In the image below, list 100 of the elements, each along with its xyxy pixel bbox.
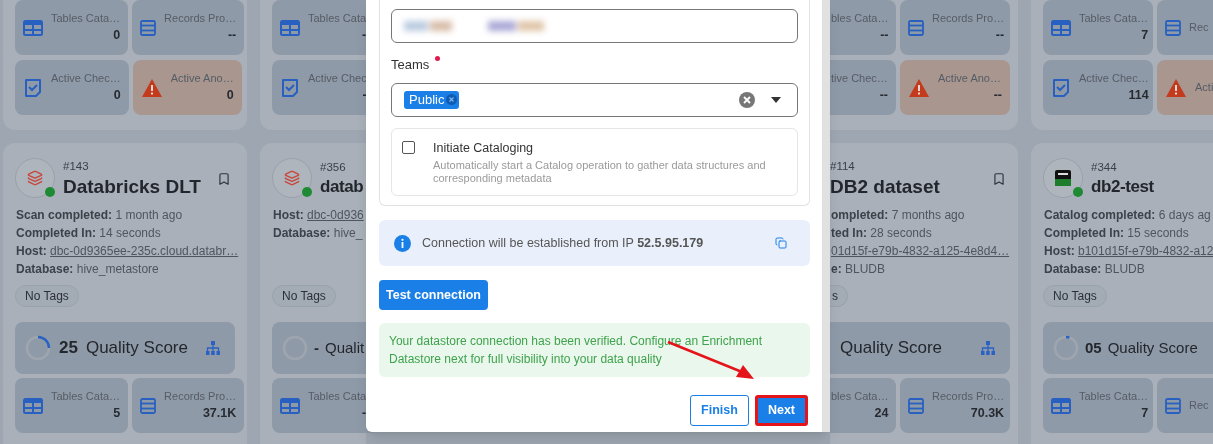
datastore-name: db2-test [1091,176,1154,198]
tag-pill: s [830,285,848,307]
tile-value: 0 [226,87,234,105]
option-title: Initiate Cataloging [433,139,535,157]
tile-value: 0 [113,87,121,105]
teams-label: Teams [391,56,430,74]
info-icon [394,234,411,252]
checklist-icon [280,77,300,98]
detail-line: 01d15f-e79b-4832-a125-4e8d4… [831,243,1010,260]
tile-label: Records Pro… [164,10,237,26]
quality-label: Quality Score [85,337,188,360]
datastore-name: datab [320,176,364,198]
records-icon [908,19,924,36]
tile-label: tive Chec… [831,70,888,86]
text-field[interactable] [391,9,798,43]
tile-label: Records Pro… [932,10,1005,26]
detail-line: Database: hive_metastore [16,261,160,278]
tile-label: bles Cata… [831,10,889,26]
table-icon [1051,19,1071,36]
detail-line: Catalog completed: 6 days ag [1044,207,1212,224]
tile-value: 70.3K [970,405,1005,423]
table-icon [23,397,43,414]
tile-label: Active Chec [308,70,367,86]
datastore-number: #143 [63,158,90,174]
next-button[interactable]: Next [754,395,808,427]
tag-pill: No Tags [15,285,79,307]
records-icon [1165,19,1181,36]
detail-line: Scan completed: 1 month ago [16,207,184,224]
finish-button[interactable]: Finish [690,395,749,427]
table-icon [280,397,300,414]
detail-line: Host: dbc-0d9365ee-235c.cloud.databr… [16,243,235,260]
layers-logo [284,170,300,186]
tile-label: Tables Cata [308,388,367,404]
table-icon [23,19,43,36]
datastore-number: #344 [1091,159,1118,175]
detail-line: Completed In: 15 seconds [1044,225,1190,242]
tile-value: 7 [1141,27,1149,45]
tile-value: 24 [874,405,889,423]
tile-value: 7 [1141,405,1149,423]
checklist-icon [1051,77,1071,98]
bookmark-icon[interactable] [217,172,231,186]
tile-label: Records Pro… [932,388,1005,404]
warning-icon [1165,77,1187,98]
tile-label: Acti [1195,80,1213,96]
tile-label: Records Pro… [164,388,237,404]
tile-value: -- [879,87,888,105]
remove-icon[interactable] [446,94,458,105]
tile-label: Rec [1189,398,1209,414]
tile-value: 114 [1128,87,1149,105]
db2-logo [1055,170,1071,186]
records-icon [140,397,157,414]
teams-select[interactable]: Public [391,82,798,117]
tile-label: Tables Cata… [51,10,121,26]
tag-pill: No Tags [1043,285,1107,307]
success-message: Your datastore connection has been verified. Configure an Enrichment Datastore next for full visibility into your data quality [379,323,810,378]
quality-score: 25 [59,337,78,360]
option-description: Automatically start a Catalog operation to gather data structures and corresponding metadata [433,159,767,186]
info-text: Connection will be established from IP 52.5.95.179 [422,234,704,252]
scrollbar[interactable] [822,0,830,432]
clear-icon[interactable] [739,91,755,108]
detail-line: Completed In: 14 seconds [16,225,162,242]
warning-icon [140,77,163,98]
layers-logo [27,170,43,186]
checkbox[interactable] [402,140,415,154]
detail-line: ted In: 28 seconds [831,225,933,242]
table-icon [280,19,300,36]
datastore-name: Databricks DLT [63,174,201,199]
warning-icon [908,77,930,98]
records-icon [1165,397,1181,414]
tile-label: Active Chec… [51,70,121,86]
bookmark-icon[interactable] [992,172,1006,186]
records-icon [140,19,157,36]
tile-value: - [361,27,367,45]
datastore-number: #356 [320,159,347,175]
team-chip[interactable]: Public [404,90,460,109]
tile-value: 5 [113,405,121,423]
tile-value: 37.1K [202,405,237,423]
quality-score: - [314,337,319,358]
tile-value: -- [880,27,889,45]
checklist-icon [23,77,43,98]
tile-label: Tables Cata… [51,388,121,404]
tile-value: -- [993,87,1002,105]
datastore-number: #114 [830,158,856,174]
table-icon [1051,397,1071,414]
tile-label: Tables Cata… [1079,10,1149,26]
tile-value: - [361,405,367,423]
detail-line: Database: BLUDB [1044,261,1146,278]
progress-ring [25,335,51,361]
datastore-name: DB2 dataset [830,174,940,199]
tile-label: bles Cata… [831,388,889,404]
detail-line: Host: b101d15f-e79b-4832-a12 [1044,243,1213,260]
dropdown-caret-icon[interactable] [771,96,781,103]
tile-label: Rec [1189,20,1209,36]
copy-icon[interactable] [775,237,787,250]
tile-label: Active Ano… [938,70,1002,86]
progress-ring [1053,335,1079,361]
test-connection-button[interactable]: Test connection [379,280,488,311]
tile-value: -- [995,27,1005,45]
tile-label: Tables Cata… [1079,388,1149,404]
detail-line: Database: hive_ [273,225,364,242]
